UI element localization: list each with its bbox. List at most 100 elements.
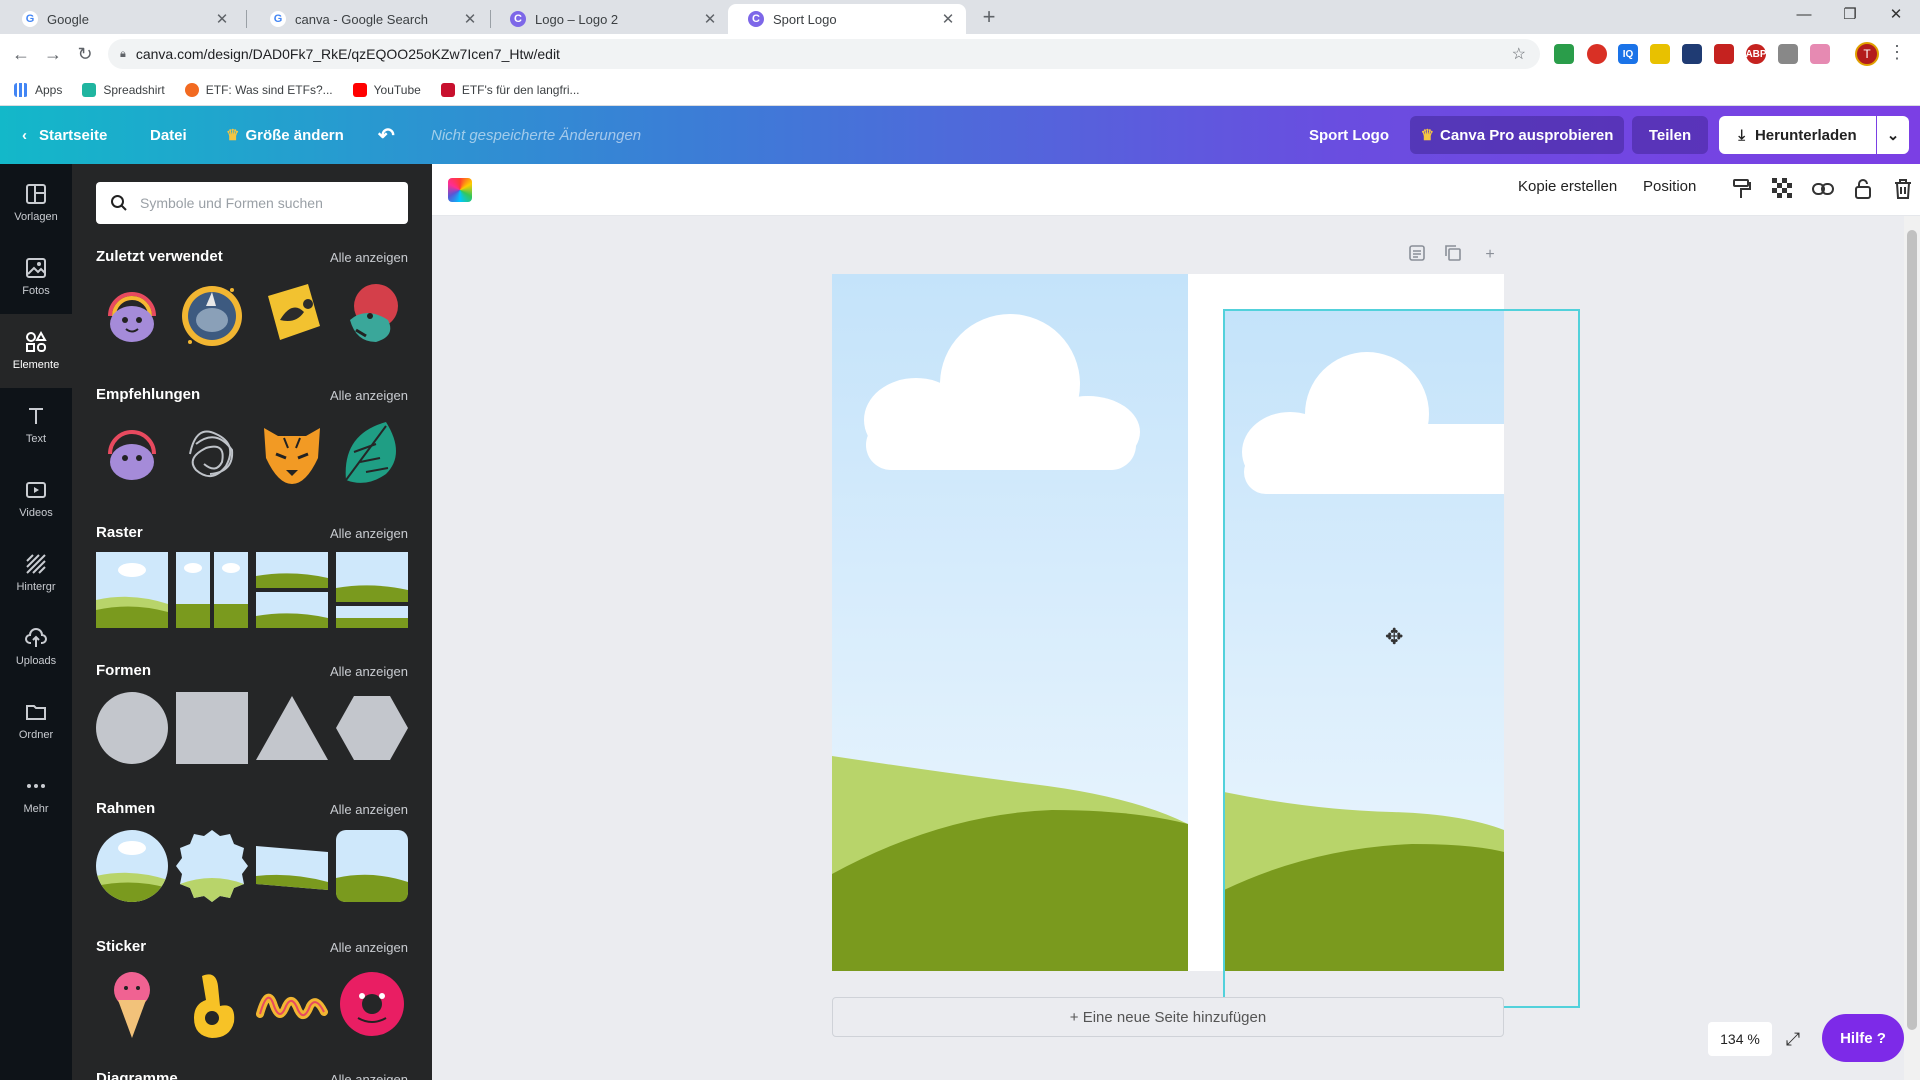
- lock-icon[interactable]: [1851, 178, 1875, 202]
- see-all-link[interactable]: Alle anzeigen: [330, 940, 408, 955]
- download-button[interactable]: ⤓ Herunterladen: [1719, 116, 1876, 154]
- browser-menu-icon[interactable]: ⋮: [1888, 42, 1906, 63]
- square-shape-icon[interactable]: [176, 690, 248, 766]
- rail-item-background[interactable]: Hintergr: [0, 536, 72, 610]
- adblock-icon[interactable]: ABP: [1745, 44, 1767, 64]
- undo-icon[interactable]: ↶: [378, 106, 395, 164]
- extension-icon[interactable]: [1682, 44, 1702, 64]
- profile-avatar[interactable]: T: [1855, 42, 1879, 66]
- extension-icon[interactable]: [1554, 44, 1574, 64]
- selection-box[interactable]: [1223, 309, 1580, 1008]
- rail-item-elements[interactable]: Elemente: [0, 314, 72, 388]
- file-menu[interactable]: Datei: [150, 106, 187, 164]
- close-tab-icon[interactable]: ✕: [214, 10, 230, 28]
- hexagon-shape-icon[interactable]: [336, 690, 408, 766]
- rail-item-photos[interactable]: Fotos: [0, 240, 72, 314]
- paint-roller-icon[interactable]: [1730, 178, 1754, 202]
- bookmark-etf[interactable]: ETF: Was sind ETFs?...: [184, 82, 333, 97]
- scorpion-sticker-icon[interactable]: [256, 276, 328, 352]
- see-all-link[interactable]: Alle anzeigen: [330, 664, 408, 679]
- fullscreen-expand-icon[interactable]: ⤢: [1778, 1024, 1808, 1054]
- back-arrow-icon[interactable]: ←: [8, 42, 34, 66]
- extension-icon[interactable]: [1587, 44, 1607, 64]
- scalloped-frame-icon[interactable]: [176, 828, 248, 904]
- monstera-leaf-icon[interactable]: [336, 414, 408, 490]
- rail-item-uploads[interactable]: Uploads: [0, 610, 72, 684]
- extension-icon[interactable]: [1650, 44, 1670, 64]
- tiger-face-icon[interactable]: [256, 414, 328, 490]
- love-lettering-sticker-icon[interactable]: [256, 966, 328, 1042]
- transparency-icon[interactable]: [1770, 178, 1794, 202]
- tab-sport-logo[interactable]: C Sport Logo ✕: [728, 4, 966, 34]
- bookmark-youtube[interactable]: YouTube: [352, 82, 421, 97]
- rail-item-text[interactable]: Text: [0, 388, 72, 462]
- share-button[interactable]: Teilen: [1632, 116, 1708, 154]
- triangle-shape-icon[interactable]: [256, 690, 328, 766]
- see-all-link[interactable]: Alle anzeigen: [330, 526, 408, 541]
- resize-button[interactable]: ♛ Größe ändern: [226, 106, 344, 164]
- tab-canva-google-search[interactable]: G canva - Google Search ✕: [250, 4, 488, 34]
- new-tab-button[interactable]: +: [976, 5, 1002, 31]
- circle-shape-icon[interactable]: [96, 690, 168, 766]
- grid-cell-left[interactable]: [832, 274, 1188, 971]
- rounded-frame-icon[interactable]: [336, 828, 408, 904]
- see-all-link[interactable]: Alle anzeigen: [330, 802, 408, 817]
- extension-iq-icon[interactable]: IQ: [1618, 44, 1638, 64]
- see-all-link[interactable]: Alle anzeigen: [330, 1072, 408, 1080]
- close-tab-icon[interactable]: ✕: [940, 10, 956, 28]
- tab-google[interactable]: G Google ✕: [2, 4, 240, 34]
- ok-hand-sticker-icon[interactable]: [176, 966, 248, 1042]
- monster-sticker-icon[interactable]: [96, 276, 168, 352]
- rail-item-folder[interactable]: Ordner: [0, 684, 72, 758]
- try-canva-pro-button[interactable]: ♛ Canva Pro ausprobieren: [1410, 116, 1624, 154]
- position-button[interactable]: Position: [1643, 178, 1696, 195]
- minimize-window-icon[interactable]: —: [1782, 0, 1826, 30]
- grid-stacked-icon[interactable]: [336, 552, 408, 628]
- rail-item-templates[interactable]: Vorlagen: [0, 166, 72, 240]
- donut-sticker-icon[interactable]: [336, 966, 408, 1042]
- add-page-icon[interactable]: +: [1479, 244, 1501, 266]
- link-icon[interactable]: [1811, 178, 1835, 202]
- close-window-icon[interactable]: ✕: [1874, 0, 1918, 30]
- tilted-frame-icon[interactable]: [256, 828, 328, 904]
- rhino-badge-icon[interactable]: [176, 276, 248, 352]
- duplicate-button[interactable]: Kopie erstellen: [1518, 178, 1617, 195]
- scribble-icon[interactable]: [176, 414, 248, 490]
- see-all-link[interactable]: Alle anzeigen: [330, 250, 408, 265]
- bookmark-star-icon[interactable]: ☆: [1512, 44, 1526, 64]
- zoom-level[interactable]: 134 %: [1708, 1022, 1772, 1056]
- lion-sticker-icon[interactable]: [336, 276, 408, 352]
- trash-icon[interactable]: [1891, 178, 1915, 202]
- grid-two-rows-icon[interactable]: [256, 552, 328, 628]
- grid-single-icon[interactable]: [96, 552, 168, 628]
- color-picker-swatch[interactable]: [448, 178, 472, 202]
- restore-window-icon[interactable]: ❐: [1828, 0, 1872, 30]
- add-new-page-button[interactable]: + Eine neue Seite hinzufügen: [832, 997, 1504, 1037]
- see-all-link[interactable]: Alle anzeigen: [330, 388, 408, 403]
- close-tab-icon[interactable]: ✕: [462, 10, 478, 28]
- design-name[interactable]: Sport Logo: [1309, 106, 1389, 164]
- tab-logo-2[interactable]: C Logo – Logo 2 ✕: [490, 4, 728, 34]
- bookmark-spreadshirt[interactable]: Spreadshirt: [82, 82, 165, 97]
- reload-icon[interactable]: ↻: [72, 42, 98, 66]
- ice-cream-sticker-icon[interactable]: [96, 966, 168, 1042]
- forward-arrow-icon[interactable]: →: [40, 42, 66, 66]
- help-button[interactable]: Hilfe ?: [1822, 1014, 1904, 1062]
- address-bar[interactable]: 🔒︎ canva.com/design/DAD0Fk7_RkE/qzEQOO25…: [108, 39, 1540, 69]
- rail-item-more[interactable]: Mehr: [0, 758, 72, 832]
- extension-icon[interactable]: [1778, 44, 1798, 64]
- duplicate-page-icon[interactable]: [1442, 244, 1464, 266]
- page-notes-icon[interactable]: [1406, 244, 1428, 266]
- rail-item-videos[interactable]: Videos: [0, 462, 72, 536]
- extension-icon[interactable]: [1714, 44, 1734, 64]
- bookmark-etf-langfristig[interactable]: ETF's für den langfri...: [440, 82, 579, 97]
- scrollbar-thumb[interactable]: [1907, 230, 1917, 1030]
- search-box[interactable]: [96, 182, 408, 224]
- home-button[interactable]: ‹ Startseite: [22, 106, 107, 164]
- grid-two-columns-icon[interactable]: [176, 552, 248, 628]
- download-options-chevron-icon[interactable]: ⌄: [1877, 116, 1909, 154]
- monster-sticker-icon[interactable]: [96, 414, 168, 490]
- search-input[interactable]: [140, 195, 400, 211]
- extension-icon[interactable]: [1810, 44, 1830, 64]
- bookmark-apps[interactable]: Apps: [14, 82, 62, 97]
